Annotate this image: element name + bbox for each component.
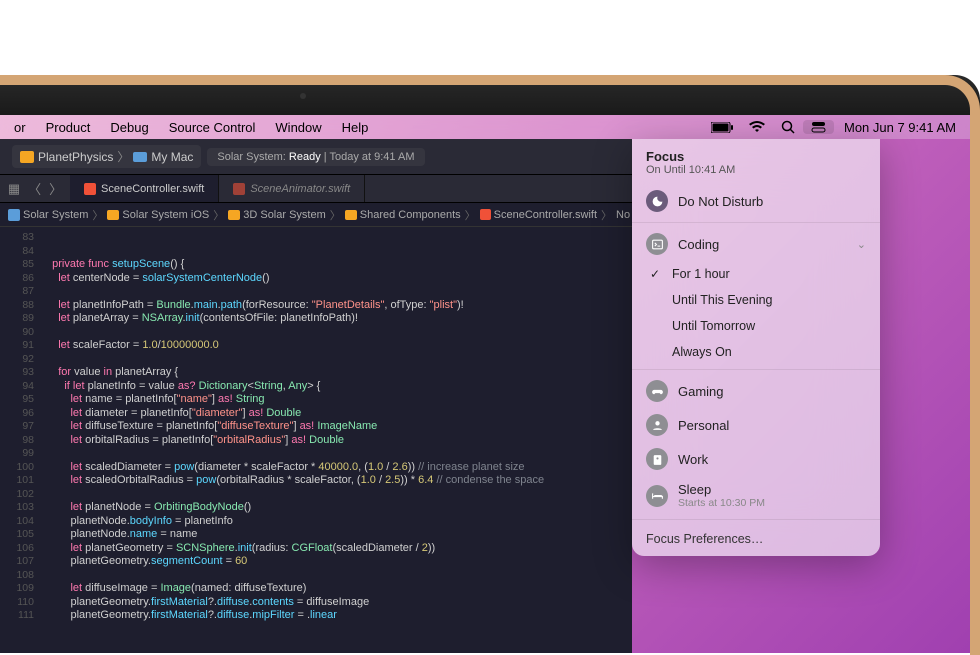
focus-for-1-hour[interactable]: ✓For 1 hour: [632, 261, 880, 287]
sleep-subtitle: Starts at 10:30 PM: [678, 497, 765, 509]
focus-title: Focus: [646, 149, 866, 164]
swift-icon: [84, 183, 96, 195]
jump-bar[interactable]: Solar System〉 Solar System iOS〉 3D Solar…: [0, 203, 632, 227]
code-editor[interactable]: 8384858687888990919293949596979899100101…: [0, 227, 632, 653]
menubar-clock[interactable]: Mon Jun 7 9:41 AM: [834, 120, 966, 135]
gamepad-icon: [646, 380, 668, 402]
battery-icon[interactable]: [703, 122, 741, 133]
focus-gaming[interactable]: Gaming: [632, 374, 880, 408]
swift-icon: [233, 183, 245, 195]
control-center-icon[interactable]: [803, 120, 834, 134]
focus-until-tomorrow[interactable]: Until Tomorrow: [632, 313, 880, 339]
menu-window[interactable]: Window: [265, 120, 331, 135]
tab-sceneanimator[interactable]: SceneAnimator.swift: [219, 175, 365, 202]
nav-back-button[interactable]: 〈: [28, 179, 41, 198]
moon-icon: [646, 190, 668, 212]
spotlight-icon[interactable]: [773, 120, 803, 134]
build-status: Solar System: Ready | Today at 9:41 AM: [207, 148, 424, 166]
focus-always-on[interactable]: Always On: [632, 339, 880, 365]
menu-item[interactable]: or: [4, 120, 36, 135]
focus-work[interactable]: Work: [632, 442, 880, 476]
focus-panel: Focus On Until 10:41 AM Do Not Disturb C…: [632, 139, 880, 556]
project-icon: [20, 151, 34, 163]
panel-icon[interactable]: ▦: [8, 181, 20, 197]
menubar: or Product Debug Source Control Window H…: [0, 115, 970, 139]
menu-source-control[interactable]: Source Control: [159, 120, 266, 135]
bed-icon: [646, 485, 668, 507]
check-icon: ✓: [650, 267, 660, 281]
wifi-icon[interactable]: [741, 121, 773, 133]
focus-personal[interactable]: Personal: [632, 408, 880, 442]
xcode-window: PlanetPhysics 〉 My Mac Solar System: Rea…: [0, 139, 632, 653]
focus-until-evening[interactable]: Until This Evening: [632, 287, 880, 313]
menu-help[interactable]: Help: [332, 120, 379, 135]
xcode-toolbar: PlanetPhysics 〉 My Mac Solar System: Rea…: [0, 139, 632, 175]
badge-icon: [646, 448, 668, 470]
chevron-down-icon: ⌄: [857, 238, 866, 251]
target-name: My Mac: [151, 150, 193, 164]
line-gutter: 8384858687888990919293949596979899100101…: [0, 227, 42, 653]
focus-subtitle: On Until 10:41 AM: [646, 164, 866, 176]
focus-preferences[interactable]: Focus Preferences…: [632, 524, 880, 554]
terminal-icon: [646, 233, 668, 255]
tab-scenecontroller[interactable]: SceneController.swift: [70, 175, 219, 202]
scheme-selector[interactable]: PlanetPhysics 〉 My Mac: [12, 145, 201, 168]
menu-product[interactable]: Product: [36, 120, 101, 135]
scheme-name: PlanetPhysics: [38, 150, 113, 164]
code-content[interactable]: private func setupScene() { let centerNo…: [42, 227, 632, 653]
target-icon: [133, 152, 147, 162]
focus-dnd[interactable]: Do Not Disturb: [632, 184, 880, 218]
person-icon: [646, 414, 668, 436]
menu-debug[interactable]: Debug: [100, 120, 158, 135]
nav-forward-button[interactable]: 〉: [49, 179, 62, 198]
editor-tabs: ▦ 〈 〉 SceneController.swift SceneAnimato…: [0, 175, 632, 203]
focus-sleep[interactable]: SleepStarts at 10:30 PM: [632, 476, 880, 515]
focus-coding[interactable]: Coding ⌄: [632, 227, 880, 261]
